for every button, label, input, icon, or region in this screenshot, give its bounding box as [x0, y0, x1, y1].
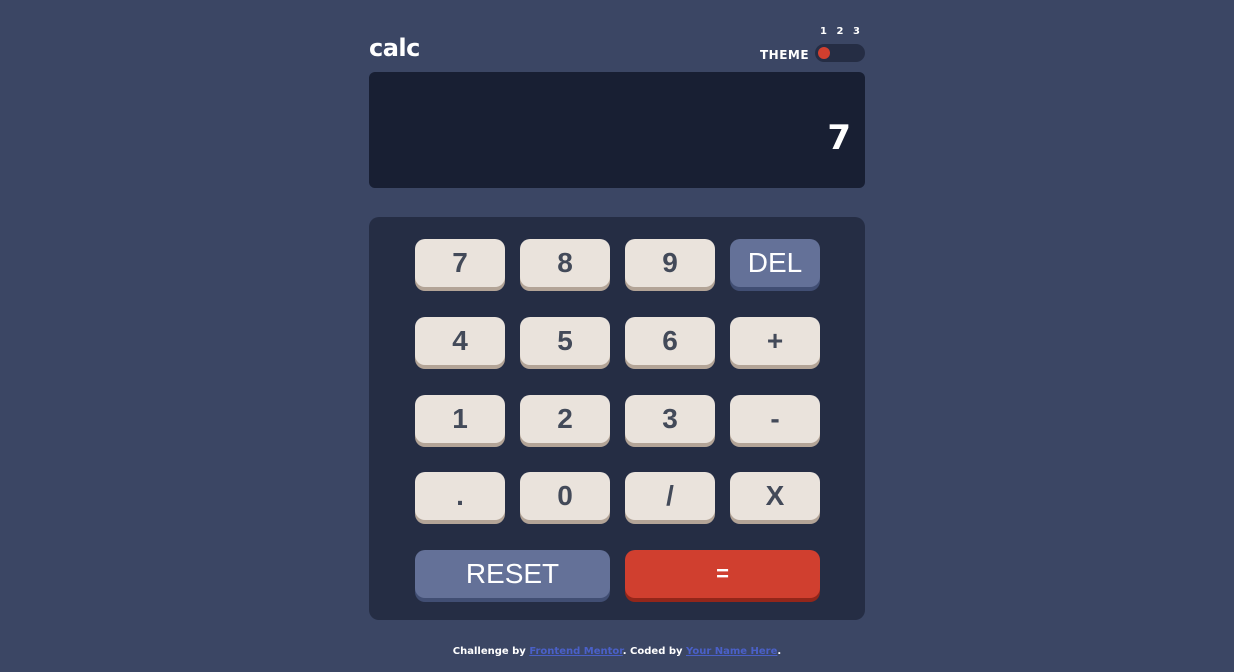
key-multiply[interactable]: X	[730, 472, 820, 520]
theme-label: THEME	[760, 48, 810, 62]
key-8[interactable]: 8	[520, 239, 610, 287]
theme-number-1[interactable]: 1	[820, 26, 827, 37]
key-5[interactable]: 5	[520, 317, 610, 365]
key-minus[interactable]: -	[730, 395, 820, 443]
key-2[interactable]: 2	[520, 395, 610, 443]
key-9[interactable]: 9	[625, 239, 715, 287]
theme-number-2[interactable]: 2	[837, 26, 844, 37]
theme-number-3[interactable]: 3	[853, 26, 860, 37]
footer-middle: . Coded by	[622, 646, 686, 657]
key-divide[interactable]: /	[625, 472, 715, 520]
key-6[interactable]: 6	[625, 317, 715, 365]
footer-prefix: Challenge by	[452, 646, 530, 657]
key-plus[interactable]: +	[730, 317, 820, 365]
key-3[interactable]: 3	[625, 395, 715, 443]
display-value: 7	[827, 118, 851, 158]
delete-button[interactable]: DEL	[730, 239, 820, 287]
reset-button[interactable]: RESET	[415, 550, 610, 598]
app-logo: calc	[369, 34, 420, 62]
equals-button[interactable]: =	[625, 550, 820, 598]
calculator-display: 7	[369, 72, 865, 188]
key-1[interactable]: 1	[415, 395, 505, 443]
frontend-mentor-link[interactable]: Frontend Mentor	[529, 646, 622, 657]
theme-toggle-knob[interactable]	[818, 47, 830, 59]
key-7[interactable]: 7	[415, 239, 505, 287]
header: calc THEME 1 2 3	[369, 26, 865, 66]
calculator-app: calc THEME 1 2 3 7 7 8 9 DEL 4 5 6 + 1 2…	[0, 0, 1234, 672]
theme-toggle[interactable]	[815, 44, 865, 62]
key-0[interactable]: 0	[520, 472, 610, 520]
key-decimal[interactable]: .	[415, 472, 505, 520]
author-link[interactable]: Your Name Here	[686, 646, 777, 657]
footer-suffix: .	[777, 646, 782, 657]
attribution-footer: Challenge by Frontend Mentor. Coded by Y…	[0, 646, 1234, 657]
key-4[interactable]: 4	[415, 317, 505, 365]
theme-numbers: 1 2 3	[815, 26, 865, 37]
keypad: 7 8 9 DEL 4 5 6 + 1 2 3 - . 0 / X RESET …	[369, 217, 865, 620]
